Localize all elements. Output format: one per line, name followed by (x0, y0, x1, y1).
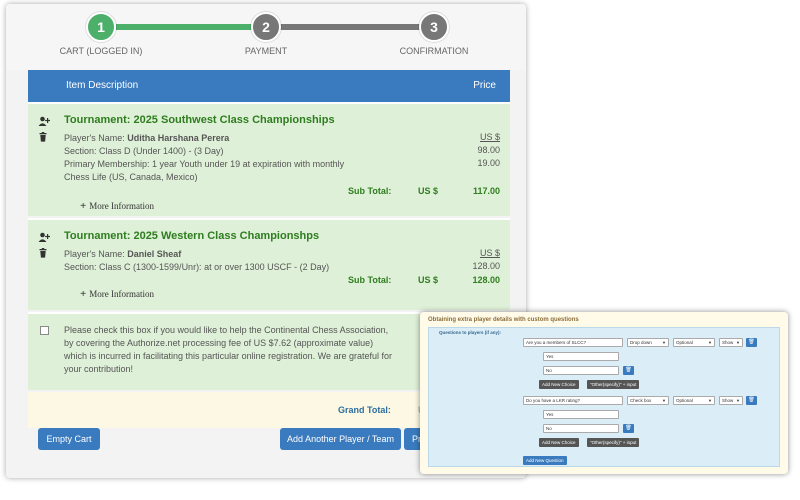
item-2-subtotal-currency: US $ (418, 275, 439, 285)
item-2-subtotal: 128.00 (472, 275, 500, 285)
caret-down-icon: ▼ (736, 398, 740, 403)
cart-item-1: Tournament: 2025 Southwest Class Champio… (28, 102, 510, 216)
trash-icon: 🗑 (625, 425, 632, 431)
step-3-circle: 3 (419, 12, 449, 42)
contribution-text: Please check this box if you would like … (64, 325, 392, 374)
item-1-player-name: Uditha Harshana Perera (127, 133, 230, 143)
item-1-currency: US $ (479, 132, 500, 142)
header-price: Price (473, 80, 496, 91)
question-1-required-value: Optional (676, 340, 693, 345)
item-1-subtotal-label: Sub Total: (348, 186, 392, 196)
step-3-label: CONFIRMATION (399, 46, 469, 56)
user-plus-icon[interactable] (38, 116, 51, 128)
custom-questions-panel: Obtaining extra player details with cust… (420, 312, 788, 474)
item-1-more-info[interactable]: + More Information (80, 200, 154, 212)
question-2-visibility-value: Show (722, 398, 734, 403)
question-2-choice-1[interactable]: Yes (543, 410, 619, 419)
plus-icon: + (80, 288, 87, 300)
add-new-question-button[interactable]: Add New Question (523, 456, 567, 465)
caret-down-icon: ▼ (708, 398, 712, 403)
question-1-type-select[interactable]: Drop down ▼ (627, 338, 669, 347)
item-2-currency: US $ (479, 248, 500, 258)
cart-item-2: Tournament: 2025 Western Class Champions… (28, 218, 510, 310)
cart-table-header: Item Description Price (28, 70, 510, 102)
question-2-visibility-select[interactable]: Show ▼ (719, 396, 743, 405)
screenshot-stage: 1 2 3 CART (LOGGED IN) PAYMENT CONFIRMAT… (0, 0, 800, 500)
caret-down-icon: ▼ (708, 340, 712, 345)
questions-panel-title: Obtaining extra player details with cust… (428, 317, 579, 323)
step-2-circle: 2 (251, 12, 281, 42)
questions-heading: Questions to players (if any): (439, 330, 502, 335)
question-1-choice-delete[interactable]: 🗑 (623, 366, 634, 375)
item-2-more-info[interactable]: + More Information (80, 288, 154, 300)
item-1-more-info-label: More Information (89, 201, 155, 211)
question-1-visibility-value: Show (722, 340, 734, 345)
question-1-type-value: Drop down (630, 340, 652, 345)
question-1-delete-button[interactable]: 🗑 (746, 338, 757, 347)
step-1-label: CART (LOGGED IN) (59, 46, 143, 56)
step-3-number: 3 (430, 19, 438, 35)
item-2-more-info-label: More Information (89, 289, 155, 299)
item-1-actions (38, 116, 52, 148)
question-2-type-value: Check box (630, 398, 652, 403)
step-2-label: PAYMENT (244, 46, 288, 56)
grand-total-label: Grand Total: (338, 405, 391, 415)
item-2-section: Section: Class C (1300-1599/Unr): at or … (64, 262, 330, 272)
question-2-add-choice-button[interactable]: Add New Choice (539, 438, 579, 447)
question-1-input[interactable]: Are you a members of SLCC? (523, 338, 623, 347)
header-item-description: Item Description (66, 80, 139, 91)
caret-down-icon: ▼ (662, 340, 666, 345)
item-2-actions (38, 232, 52, 264)
item-1-section: Section: Class D (Under 1400) - (3 Day) (64, 146, 224, 156)
item-2-player: Player's Name: Daniel Sheaf (64, 248, 364, 261)
item-2-title: Tournament: 2025 Western Class Champions… (64, 230, 320, 242)
trash-icon[interactable] (38, 248, 50, 260)
question-1-choice-2[interactable]: No (543, 366, 619, 375)
caret-down-icon: ▼ (736, 340, 740, 345)
item-2-player-name: Daniel Sheaf (127, 249, 182, 259)
item-1-subtotal: 117.00 (472, 186, 500, 196)
question-1-choice-1[interactable]: Yes (543, 352, 619, 361)
item-1-membership-amount: 19.00 (477, 158, 500, 168)
trash-icon[interactable] (38, 132, 50, 144)
trash-icon: 🗑 (625, 367, 632, 373)
step-2-number: 2 (262, 19, 270, 35)
caret-down-icon: ▼ (662, 398, 666, 403)
question-2-choice-2[interactable]: No (543, 424, 619, 433)
question-2-other-input-button[interactable]: "Other(specify)" + input (587, 438, 640, 447)
add-player-button[interactable]: Add Another Player / Team (280, 428, 401, 450)
question-2-type-select[interactable]: Check box ▼ (627, 396, 669, 405)
item-1-membership: Primary Membership: 1 year Youth under 1… (64, 159, 345, 182)
item-1-section-amount: 98.00 (477, 145, 500, 155)
question-2-choice-delete[interactable]: 🗑 (623, 424, 634, 433)
step-1-number: 1 (97, 19, 105, 35)
item-2-player-label: Player's Name: (64, 249, 128, 259)
item-1-player-label: Player's Name: (64, 133, 128, 143)
question-1-visibility-select[interactable]: Show ▼ (719, 338, 743, 347)
item-1-player: Player's Name: Uditha Harshana Perera (64, 132, 364, 145)
step-line-pending (276, 24, 436, 30)
questions-panel-inner: Questions to players (if any): Are you a… (428, 327, 780, 467)
trash-icon: 🗑 (748, 339, 755, 345)
question-1-add-choice-button[interactable]: Add New Choice (539, 380, 579, 389)
empty-cart-button[interactable]: Empty Cart (38, 428, 100, 450)
question-1-other-input-button[interactable]: "Other(specify)" + input (587, 380, 640, 389)
item-1-subtotal-currency: US $ (418, 186, 439, 196)
question-2-required-value: Optional (676, 398, 693, 403)
item-2-subtotal-label: Sub Total: (348, 275, 392, 285)
question-2-input[interactable]: Do you have a LKR rating? (523, 396, 623, 405)
item-1-title: Tournament: 2025 Southwest Class Champio… (64, 114, 335, 126)
question-1-required-select[interactable]: Optional ▼ (673, 338, 715, 347)
trash-icon: 🗑 (748, 397, 755, 403)
contribution-checkbox[interactable] (40, 326, 49, 335)
user-plus-icon[interactable] (38, 232, 51, 244)
step-1-circle: 1 (86, 12, 116, 42)
item-2-section-amount: 128.00 (472, 261, 500, 271)
question-2-required-select[interactable]: Optional ▼ (673, 396, 715, 405)
checkout-stepper: 1 2 3 CART (LOGGED IN) PAYMENT CONFIRMAT… (6, 4, 526, 70)
question-2-delete-button[interactable]: 🗑 (746, 396, 757, 405)
plus-icon: + (80, 200, 87, 212)
